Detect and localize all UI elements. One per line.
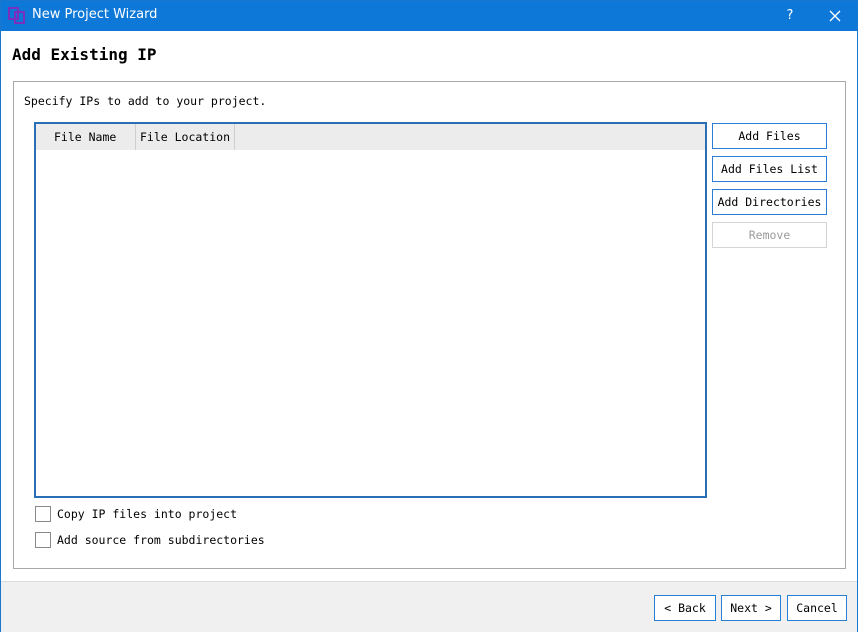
next-button[interactable]: Next > xyxy=(721,595,781,621)
copy-ip-checkbox[interactable] xyxy=(35,506,51,522)
copy-ip-label[interactable]: Copy IP files into project xyxy=(57,507,237,521)
instruction-text: Specify IPs to add to your project. xyxy=(24,94,267,108)
remove-button[interactable]: Remove xyxy=(712,222,827,248)
help-button[interactable]: ? xyxy=(777,1,803,31)
title-bar: New Project Wizard ? xyxy=(1,1,857,31)
add-files-button[interactable]: Add Files xyxy=(712,123,827,149)
ip-file-table[interactable]: File Name File Location xyxy=(34,122,707,498)
add-files-list-button[interactable]: Add Files List xyxy=(712,156,827,182)
table-header: File Name File Location xyxy=(36,124,705,150)
add-source-checkbox[interactable] xyxy=(35,532,51,548)
back-button[interactable]: < Back xyxy=(654,595,716,621)
cancel-button[interactable]: Cancel xyxy=(787,595,847,621)
column-header-file-name[interactable]: File Name xyxy=(36,124,136,150)
ip-group-box: Specify IPs to add to your project. File… xyxy=(13,81,846,569)
page-title: Add Existing IP xyxy=(12,45,157,64)
wizard-app-icon xyxy=(8,7,25,24)
wizard-window: New Project Wizard ? Add Existing IP Spe… xyxy=(0,0,858,632)
footer-bar: < Back Next > Cancel xyxy=(1,581,857,632)
add-source-label[interactable]: Add source from subdirectories xyxy=(57,533,265,547)
column-header-file-location[interactable]: File Location xyxy=(136,124,235,150)
close-icon[interactable] xyxy=(821,1,849,31)
window-title: New Project Wizard xyxy=(32,7,158,22)
add-directories-button[interactable]: Add Directories xyxy=(712,189,827,215)
